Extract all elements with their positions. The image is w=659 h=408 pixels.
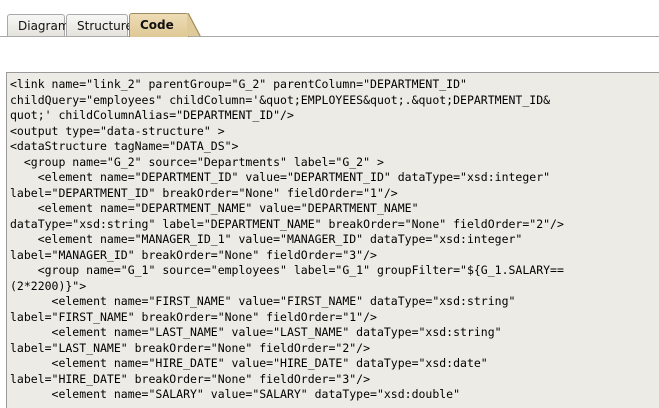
- code-line: <element name="FIRST_NAME" value="FIRST_…: [10, 294, 516, 308]
- code-line: <element name="HIRE_DATE" value="HIRE_DA…: [10, 356, 488, 370]
- tab-code[interactable]: Code: [129, 13, 189, 37]
- code-line: <link name="link_2" parentGroup="G_2" pa…: [10, 77, 467, 91]
- tab-diagram[interactable]: Diagram: [7, 14, 70, 36]
- code-line: childQuery="employees" childColumn='&quo…: [10, 92, 551, 107]
- code-line: <element name="MANAGER_ID_1" value="MANA…: [10, 232, 523, 246]
- tab-bar: Diagram Structure Code: [0, 0, 659, 37]
- code-line: label="DEPARTMENT_ID" breakOrder="None" …: [10, 185, 398, 200]
- code-content[interactable]: <link name="link_2" parentGroup="G_2" pa…: [7, 73, 659, 403]
- code-line: (2*2200)}">: [10, 278, 87, 293]
- code-line: quot;' childColumnAlias="DEPARTMENT_ID"/…: [10, 108, 294, 122]
- code-line: dataType="xsd:string" label="DEPARTMENT_…: [10, 216, 564, 231]
- code-line: <output type="data-structure" >: [10, 123, 225, 138]
- code-line: <element name="SALARY" value="SALARY" da…: [10, 387, 461, 401]
- code-line: <element name="LAST_NAME" value="LAST_NA…: [10, 325, 502, 339]
- code-editor-window: Diagram Structure Code <link name="link_…: [0, 0, 659, 408]
- code-line: <group name="G_2" source="Departments" l…: [10, 154, 384, 169]
- code-line: label="LAST_NAME" breakOrder="None" fiel…: [10, 340, 371, 355]
- code-text-area[interactable]: <link name="link_2" parentGroup="G_2" pa…: [6, 72, 659, 408]
- code-line: <group name="G_1" source="employees" lab…: [10, 263, 564, 277]
- code-line: label="HIRE_DATE" breakOrder="None" fiel…: [10, 371, 371, 386]
- code-line: <element name="DEPARTMENT_NAME" value="D…: [10, 201, 419, 215]
- tab-bar-divider: [0, 36, 659, 37]
- code-line: <dataStructure tagName="DATA_DS">: [10, 139, 239, 153]
- active-tab-slant: [187, 13, 201, 37]
- code-line: label="MANAGER_ID" breakOrder="None" fie…: [10, 247, 377, 262]
- code-line: <element name="DEPARTMENT_ID" value="DEP…: [10, 170, 551, 184]
- code-line: label="FIRST_NAME" breakOrder="None" fie…: [10, 309, 377, 324]
- tab-structure[interactable]: Structure: [66, 14, 133, 36]
